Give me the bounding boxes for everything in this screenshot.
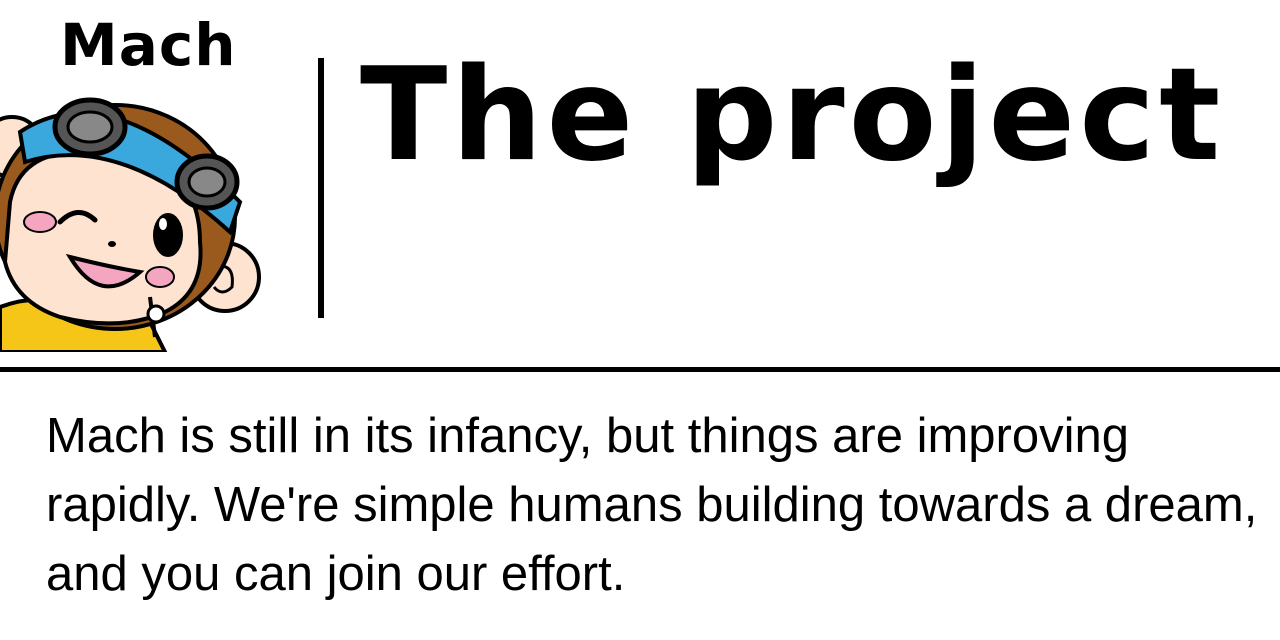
- vertical-divider: [318, 58, 324, 318]
- page-title: The project: [360, 41, 1225, 190]
- brand-label: Mach: [60, 11, 237, 79]
- horizontal-divider: [0, 367, 1280, 372]
- monkey-mascot-icon: [0, 97, 261, 352]
- intro-paragraph: Mach is still in its infancy, but things…: [46, 409, 1258, 601]
